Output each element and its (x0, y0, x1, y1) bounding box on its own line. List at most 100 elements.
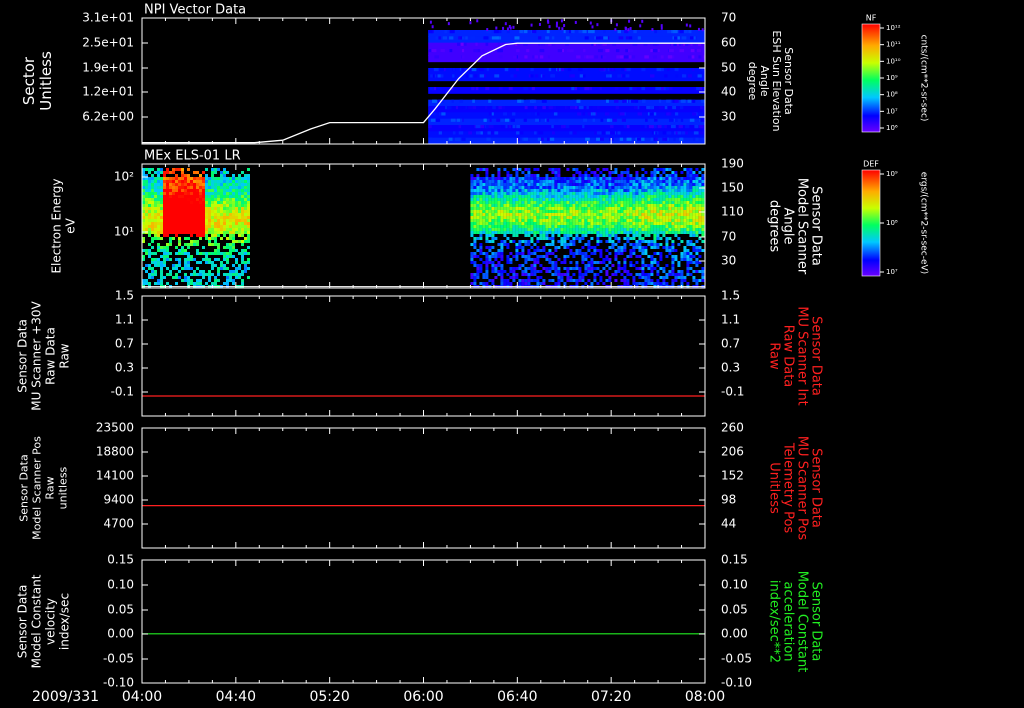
heatmap-cell (503, 282, 507, 285)
heatmap-cell (581, 192, 585, 195)
heatmap-cell (175, 267, 178, 270)
heatmap-cell (476, 264, 480, 267)
heatmap-cell (593, 195, 597, 198)
heatmap-cell (590, 267, 594, 270)
right-axis-label: Sensor Data (809, 316, 824, 396)
heatmap-cell (698, 125, 704, 129)
right-tick-label: 1.1 (721, 313, 740, 327)
heatmap-cell (503, 213, 507, 216)
heatmap-cell (232, 270, 235, 273)
heatmap-cell (551, 36, 555, 40)
heatmap-cell (527, 201, 531, 204)
heatmap-cell (623, 207, 627, 210)
heatmap-cell (521, 198, 525, 201)
heatmap-cell (596, 207, 600, 210)
heatmap-cell (479, 246, 483, 249)
heatmap-cell (563, 255, 567, 258)
heatmap-cell (181, 171, 184, 174)
heatmap-cell (211, 282, 214, 285)
heatmap-cell (500, 282, 504, 285)
heatmap-cell (632, 189, 636, 192)
heatmap-cell (551, 222, 555, 225)
heatmap-cell (665, 255, 669, 258)
heatmap-cell (512, 186, 516, 189)
heatmap-cell (452, 74, 455, 78)
heatmap-cell (181, 213, 184, 216)
heatmap-cell (656, 282, 660, 285)
heatmap-cell (169, 240, 172, 243)
heatmap-cell (509, 180, 513, 183)
heatmap-cell (473, 252, 477, 255)
heatmap-cell (617, 131, 621, 135)
heatmap-cell (632, 87, 637, 91)
heatmap-cell (629, 255, 633, 258)
heatmap-row (428, 49, 705, 56)
heatmap-cell (629, 210, 633, 213)
heatmap-cell (560, 195, 564, 198)
heatmap-cell (199, 207, 202, 210)
heatmap-cell (473, 231, 477, 234)
right-tick-label: -0.1 (721, 385, 744, 399)
heatmap-cell (148, 198, 151, 201)
heatmap-cell (641, 201, 645, 204)
heatmap-cell (515, 234, 519, 237)
heatmap-cell (584, 195, 588, 198)
heatmap-cell (476, 186, 480, 189)
heatmap-cell (160, 276, 163, 279)
heatmap-cell (509, 219, 513, 222)
heatmap-cell (623, 276, 627, 279)
heatmap-cell (647, 240, 651, 243)
heatmap-cell (527, 276, 531, 279)
heatmap-cell (521, 213, 525, 216)
heatmap-cell (614, 219, 618, 222)
heatmap-cell (644, 201, 648, 204)
heatmap-cell (172, 171, 175, 174)
heatmap-cell (565, 125, 570, 129)
heatmap-cell (470, 234, 474, 237)
heatmap-cell (518, 228, 522, 231)
heatmap-cell (512, 225, 516, 228)
heatmap-cell (178, 249, 181, 252)
heatmap-cell (473, 177, 477, 180)
heatmap-cell (431, 49, 437, 53)
heatmap-cell (692, 198, 696, 201)
heatmap-cell (199, 252, 202, 255)
heatmap-cell (524, 189, 528, 192)
heatmap-cell (205, 207, 208, 210)
heatmap-cell (569, 219, 573, 222)
heatmap-cell (614, 189, 618, 192)
heatmap-cell (560, 68, 565, 72)
heatmap-cell (623, 282, 627, 285)
heatmap-cell (665, 282, 669, 285)
heatmap-cell (515, 180, 519, 183)
heatmap-cell (241, 225, 244, 228)
heatmap-speck (591, 25, 594, 29)
heatmap-cell (154, 270, 157, 273)
heatmap-cell (172, 180, 175, 183)
heatmap-cell (494, 270, 498, 273)
heatmap-cell (172, 216, 175, 219)
heatmap-cell (226, 183, 229, 186)
x-tick-label: 04:40 (216, 689, 256, 705)
heatmap-cell (512, 276, 516, 279)
heatmap-cell (241, 279, 244, 282)
heatmap-cell (199, 189, 202, 192)
heatmap-cell (594, 131, 597, 135)
heatmap-cell (695, 213, 699, 216)
heatmap-cell (491, 189, 495, 192)
heatmap-cell (485, 246, 489, 249)
heatmap-cell (566, 195, 570, 198)
heatmap-cell (169, 228, 172, 231)
heatmap-cell (578, 228, 582, 231)
heatmap-cell (575, 204, 579, 207)
heatmap-cell (581, 180, 585, 183)
heatmap-cell (220, 183, 223, 186)
heatmap-cell (602, 267, 606, 270)
heatmap-cell (650, 201, 654, 204)
heatmap-cell (539, 55, 544, 59)
heatmap-cell (229, 192, 232, 195)
heatmap-cell (590, 204, 594, 207)
heatmap-cell (555, 118, 559, 122)
heatmap-cell (617, 240, 621, 243)
heatmap-cell (178, 237, 181, 240)
